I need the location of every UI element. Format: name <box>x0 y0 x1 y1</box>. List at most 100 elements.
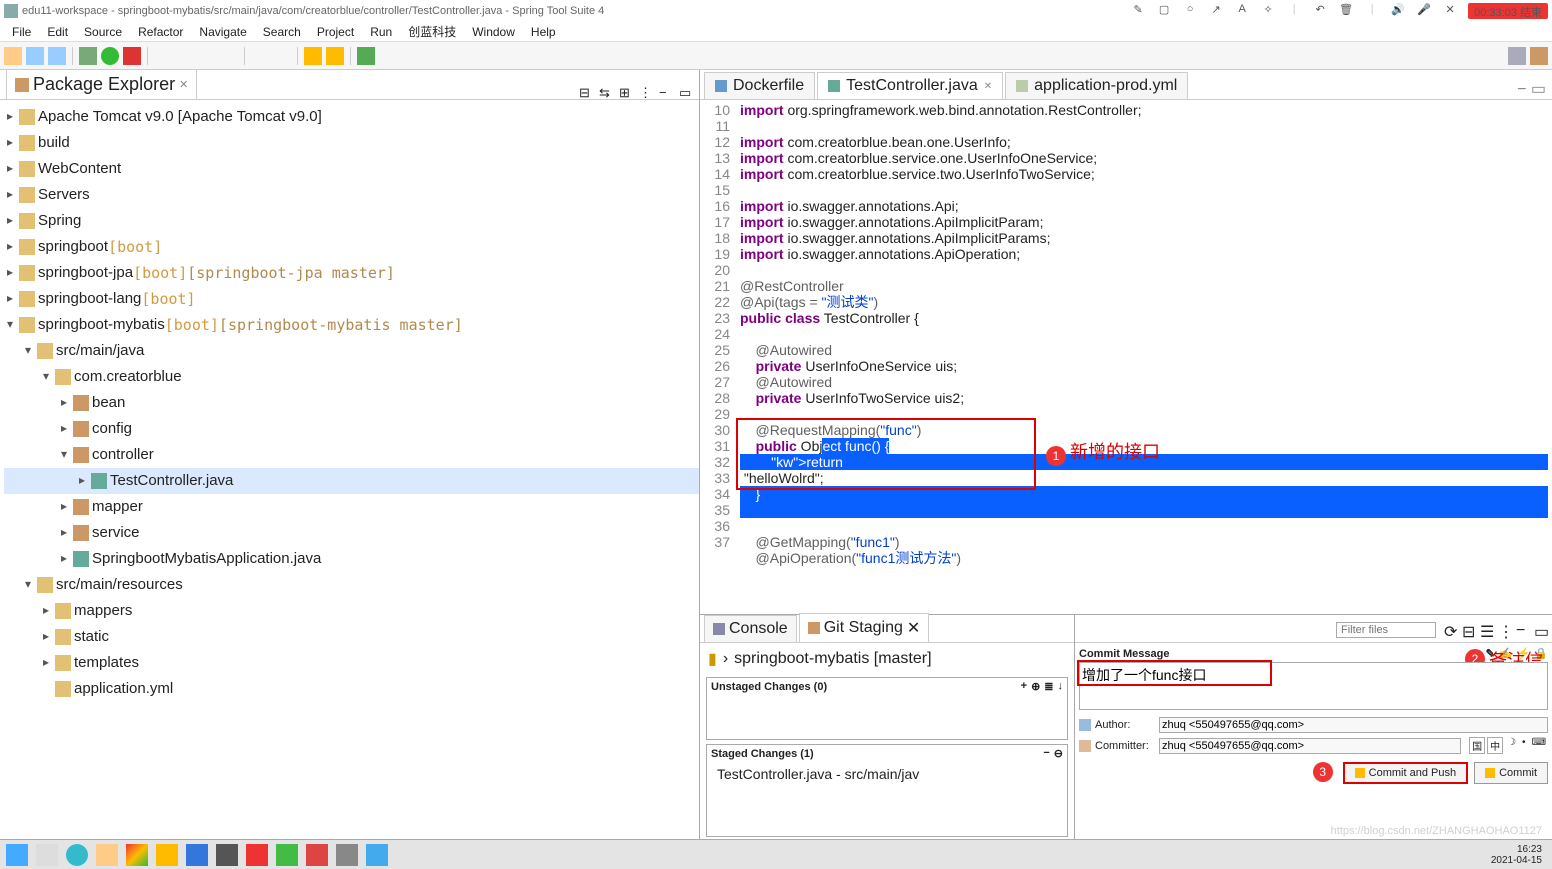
app-icon[interactable] <box>186 844 208 866</box>
close-icon[interactable]: ✕ <box>179 78 188 91</box>
tree-row[interactable]: ▸bean <box>4 390 699 416</box>
tree-row[interactable]: ▸mappers <box>4 598 699 624</box>
tree-row[interactable]: ▾com.creatorblue <box>4 364 699 390</box>
tab-console[interactable]: Console <box>704 615 797 642</box>
stop-icon[interactable] <box>123 47 141 65</box>
editor-tab-dockerfile[interactable]: Dockerfile <box>704 72 815 99</box>
debug-icon[interactable] <box>79 47 97 65</box>
commit-button[interactable]: Commit <box>1474 762 1548 784</box>
menu-edit[interactable]: Edit <box>39 25 76 39</box>
maximize-icon[interactable]: ▭ <box>1534 622 1548 636</box>
menu-search[interactable]: Search <box>255 25 309 39</box>
collapse-icon[interactable]: ⊟ <box>579 85 593 99</box>
tree-row[interactable]: ▸WebContent <box>4 156 699 182</box>
app-icon[interactable] <box>156 844 178 866</box>
tree-row[interactable]: ▸Apache Tomcat v9.0 [Apache Tomcat v9.0] <box>4 104 699 130</box>
folder-icon[interactable] <box>96 844 118 866</box>
code-area[interactable]: import org.springframework.web.bind.anno… <box>736 100 1552 614</box>
tree-row[interactable]: ▸Servers <box>4 182 699 208</box>
focus-icon[interactable]: ⊞ <box>619 85 633 99</box>
tree-row[interactable]: application.yml <box>4 676 699 702</box>
perspective-icon[interactable] <box>1508 47 1526 65</box>
tab-git-staging[interactable]: Git Staging ✕ <box>799 613 930 642</box>
tree-row[interactable]: ▸templates <box>4 650 699 676</box>
tree-row[interactable]: ▾controller <box>4 442 699 468</box>
maximize-icon[interactable]: ▭ <box>1531 81 1546 98</box>
add-icon[interactable]: + <box>1021 680 1027 693</box>
save-all-icon[interactable] <box>48 47 66 65</box>
taskbar-clock[interactable]: 16:23 2021-04-15 <box>1491 844 1546 866</box>
app-icon[interactable] <box>336 844 358 866</box>
tool-icon[interactable] <box>198 47 216 65</box>
save-icon[interactable] <box>26 47 44 65</box>
task-icon[interactable] <box>36 844 58 866</box>
tree-row[interactable]: ▸static <box>4 624 699 650</box>
staged-body[interactable]: TestController.java - src/main/jav <box>707 762 1067 806</box>
package-explorer-tree[interactable]: ▸Apache Tomcat v9.0 [Apache Tomcat v9.0]… <box>0 100 699 839</box>
delete-icon[interactable]: 🗑 <box>1338 3 1354 19</box>
zh-icon[interactable]: 中 <box>1487 737 1503 754</box>
staged-item[interactable]: TestController.java - src/main/jav <box>711 764 1063 784</box>
tree-icon[interactable]: ≣ <box>1044 680 1053 693</box>
run-icon[interactable] <box>101 47 119 65</box>
tree-row[interactable]: ▸TestController.java <box>4 468 699 494</box>
app-icon[interactable] <box>366 844 388 866</box>
menu-window[interactable]: Window <box>464 25 523 39</box>
new-icon[interactable] <box>4 47 22 65</box>
annotate-icon[interactable]: ✧ <box>1260 3 1276 19</box>
text-icon[interactable]: A <box>1234 3 1250 19</box>
tool-icon[interactable] <box>251 47 269 65</box>
menu-icon[interactable]: ⋮ <box>639 85 653 99</box>
tree-row[interactable]: ▸build <box>4 130 699 156</box>
moon-icon[interactable]: ☽ <box>1505 737 1518 754</box>
circle-icon[interactable]: ○ <box>1182 3 1198 19</box>
arrow-icon[interactable]: ↗ <box>1208 3 1224 19</box>
perspective-java-icon[interactable] <box>1530 47 1548 65</box>
mic-icon[interactable]: 🎤 <box>1416 3 1432 19</box>
minimize-icon[interactable]: − <box>659 85 673 99</box>
tool-icon[interactable] <box>176 47 194 65</box>
chrome-icon[interactable] <box>126 844 148 866</box>
tree-row[interactable]: ▸Spring <box>4 208 699 234</box>
sort-icon[interactable]: ↓ <box>1058 680 1064 693</box>
menu-custom[interactable]: 创蓝科技 <box>400 23 464 40</box>
editor-tab-testcontroller[interactable]: TestController.java ✕ <box>817 72 1003 99</box>
menu-icon[interactable]: ⋮ <box>1498 622 1512 636</box>
back-icon[interactable] <box>304 47 322 65</box>
package-explorer-tab[interactable]: Package Explorer ✕ <box>6 69 197 99</box>
menu-run[interactable]: Run <box>362 25 400 39</box>
stash-icon[interactable]: ☰ <box>1480 622 1494 636</box>
relaunch-icon[interactable] <box>357 47 375 65</box>
start-icon[interactable] <box>6 844 28 866</box>
tool-icon[interactable] <box>273 47 291 65</box>
menu-help[interactable]: Help <box>523 25 564 39</box>
recording-badge[interactable]: 00:33:03 结束 <box>1468 3 1548 19</box>
tree-row[interactable]: ▾springboot-mybatis [boot] [springboot-m… <box>4 312 699 338</box>
remove-icon[interactable]: − <box>1043 747 1049 760</box>
close-icon[interactable]: ✕ <box>907 618 920 638</box>
tree-row[interactable]: ▸springboot-lang [boot] <box>4 286 699 312</box>
edge-icon[interactable] <box>66 844 88 866</box>
speaker-icon[interactable]: 🔊 <box>1390 3 1406 19</box>
tree-row[interactable]: ▸mapper <box>4 494 699 520</box>
unstaged-body[interactable] <box>707 695 1067 739</box>
encoding-icon[interactable]: 国 <box>1469 737 1485 754</box>
refresh-icon[interactable]: ⟳ <box>1444 622 1458 636</box>
tree-row[interactable]: ▸springboot-jpa [boot] [springboot-jpa m… <box>4 260 699 286</box>
editor-body[interactable]: 1011121314151617181920212223242526272829… <box>700 100 1552 614</box>
undo-icon[interactable]: ↶ <box>1312 3 1328 19</box>
sts-icon[interactable] <box>276 844 298 866</box>
tree-row[interactable]: ▾src/main/java <box>4 338 699 364</box>
maximize-icon[interactable]: ▭ <box>679 85 693 99</box>
edit-icon[interactable]: ✎ <box>1130 3 1146 19</box>
app-icon[interactable] <box>216 844 238 866</box>
compare-icon[interactable]: ⊟ <box>1462 622 1476 636</box>
app-icon[interactable] <box>246 844 268 866</box>
app-icon[interactable] <box>306 844 328 866</box>
link-icon[interactable]: ⇆ <box>599 85 613 99</box>
menu-project[interactable]: Project <box>309 25 362 39</box>
minimize-icon[interactable]: − <box>1517 81 1526 98</box>
commit-and-push-button[interactable]: Commit and Push <box>1343 762 1468 784</box>
filter-input[interactable] <box>1336 622 1436 638</box>
forward-icon[interactable] <box>326 47 344 65</box>
